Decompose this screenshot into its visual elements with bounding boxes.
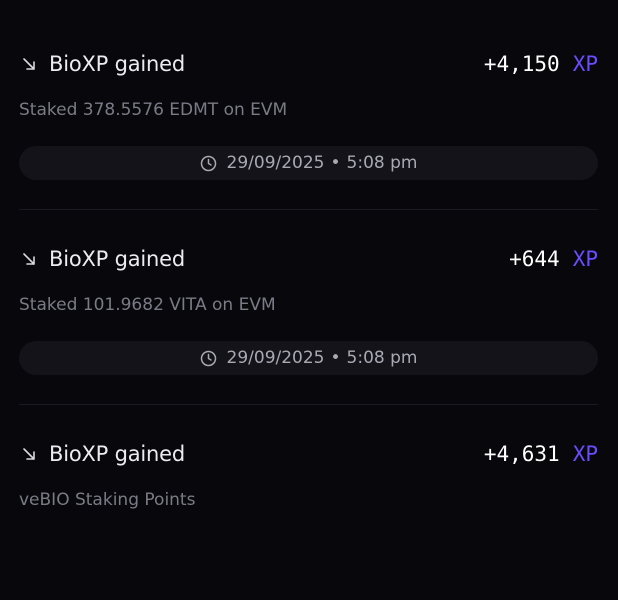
timestamp-pill: 29/09/2025 • 5:08 pm — [19, 341, 598, 375]
xp-amount-value: +644 — [509, 247, 560, 271]
xp-amount-value: +4,631 — [483, 442, 560, 466]
xp-amount-value: +4,150 — [483, 52, 560, 76]
clock-icon — [200, 155, 217, 172]
activity-item-header: BioXP gained +644 XP — [19, 244, 598, 274]
clock-icon — [200, 350, 217, 367]
timestamp-date: 29/09/2025 — [226, 153, 325, 173]
activity-item-header: BioXP gained +4,150 XP — [19, 49, 598, 79]
arrow-down-right-icon — [22, 57, 36, 71]
activity-item-description: Staked 378.5576 EDMT on EVM — [19, 100, 288, 120]
xp-unit-label: XP — [572, 52, 598, 76]
xp-unit-label: XP — [572, 442, 598, 466]
activity-item: BioXP gained +4,631 XP veBIO Staking Poi… — [19, 405, 598, 600]
activity-feed: BioXP gained +4,150 XP Staked 378.5576 E… — [19, 0, 598, 600]
activity-item-description: veBIO Staking Points — [19, 490, 196, 510]
activity-item: BioXP gained +644 XP Staked 101.9682 VIT… — [19, 210, 598, 405]
timestamp-date: 29/09/2025 — [226, 348, 325, 368]
activity-item-header: BioXP gained +4,631 XP — [19, 439, 598, 469]
xp-amount: +4,150 XP — [484, 52, 598, 76]
activity-item: BioXP gained +4,150 XP Staked 378.5576 E… — [19, 0, 598, 210]
timestamp-separator: • — [330, 348, 341, 368]
arrow-down-right-icon — [22, 447, 36, 461]
timestamp-time: 5:08 pm — [346, 348, 418, 368]
xp-unit-label: XP — [572, 247, 598, 271]
timestamp-pill: 29/09/2025 • 5:08 pm — [19, 146, 598, 180]
activity-item-title: BioXP gained — [49, 442, 186, 466]
activity-item-title: BioXP gained — [49, 247, 186, 271]
timestamp-separator: • — [330, 153, 341, 173]
activity-item-description: Staked 101.9682 VITA on EVM — [19, 295, 276, 315]
activity-item-title: BioXP gained — [49, 52, 186, 76]
arrow-down-right-icon — [22, 252, 36, 266]
xp-amount: +644 XP — [509, 247, 598, 271]
timestamp-time: 5:08 pm — [346, 153, 418, 173]
xp-amount: +4,631 XP — [484, 442, 598, 466]
